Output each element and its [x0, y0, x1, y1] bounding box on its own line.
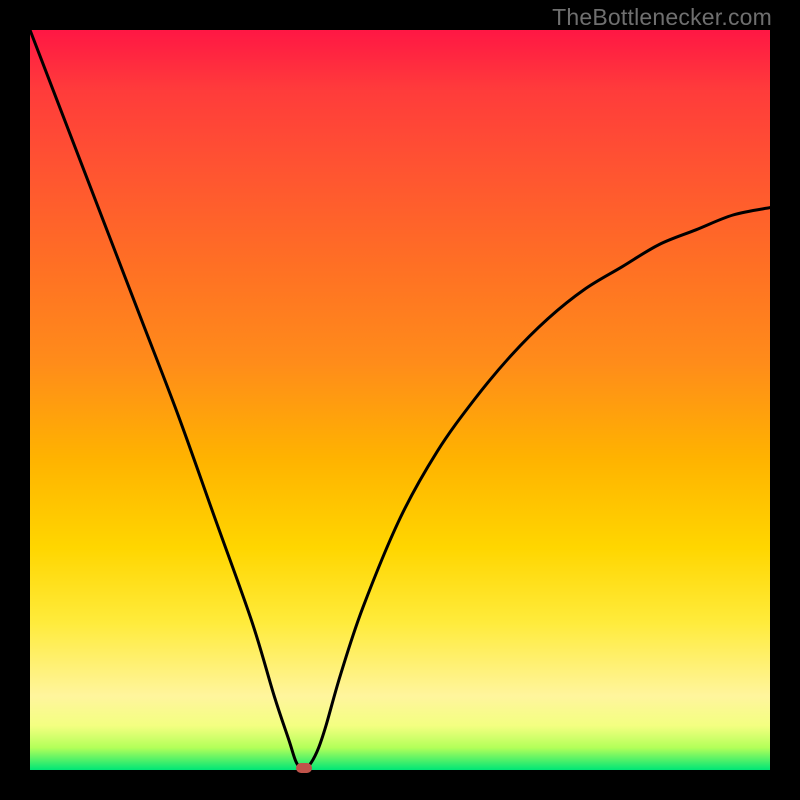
watermark-text: TheBottlenecker.com [552, 4, 772, 31]
chart-container: TheBottlenecker.com [0, 0, 800, 800]
plot-area [30, 30, 770, 770]
optimal-point-marker [296, 763, 312, 773]
bottleneck-curve [30, 30, 770, 770]
curve-svg [30, 30, 770, 770]
